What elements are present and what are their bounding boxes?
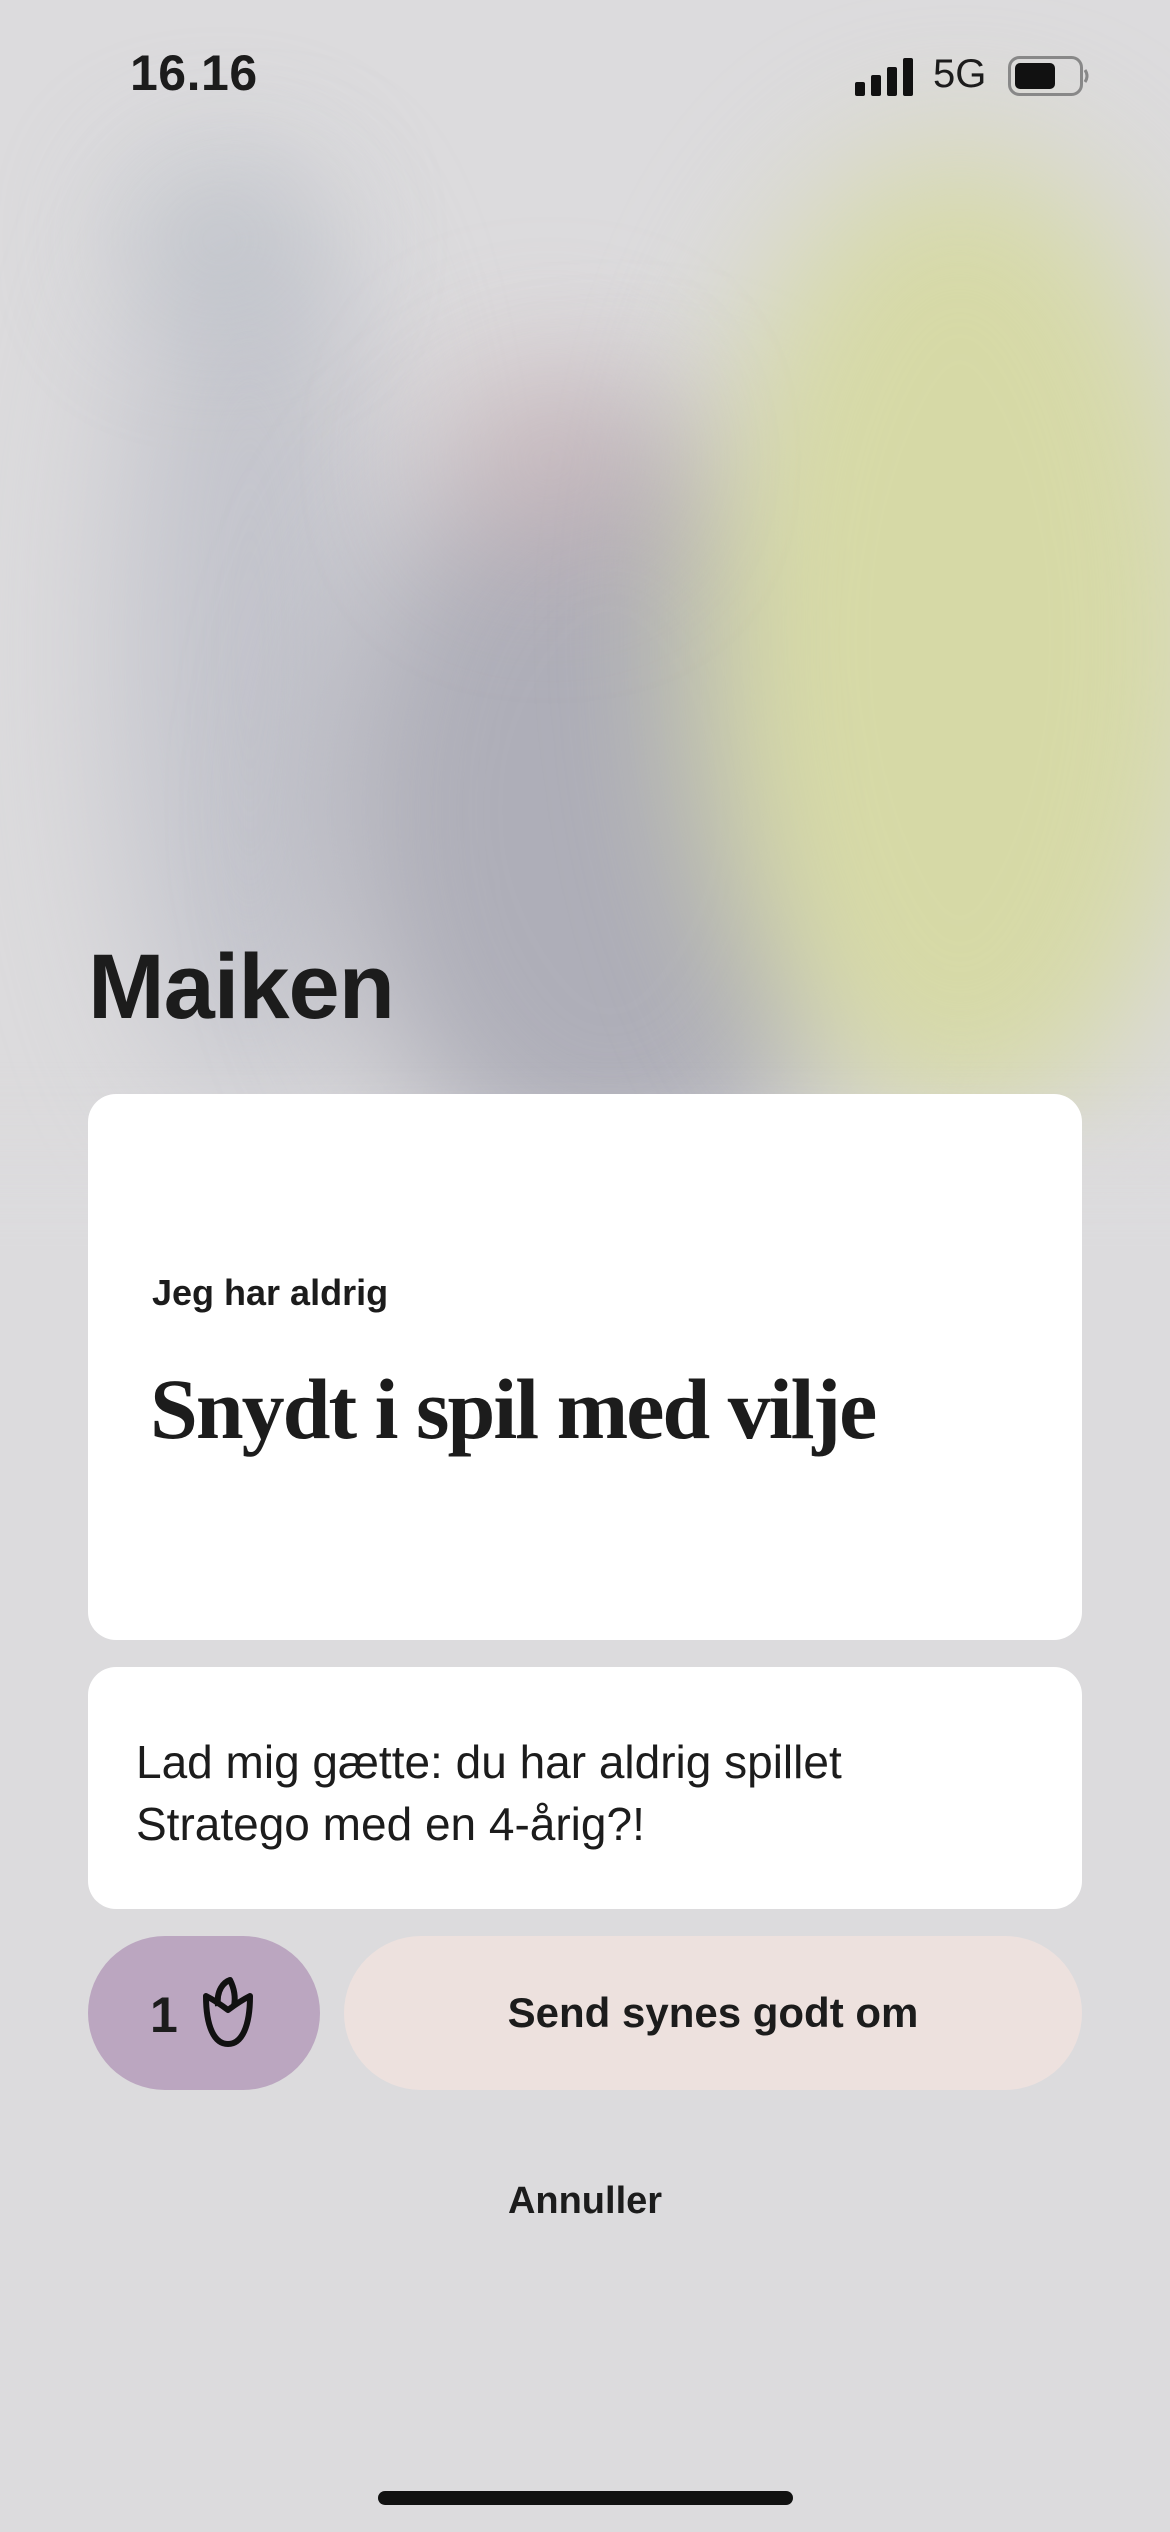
comment-text[interactable]: Lad mig gætte: du har aldrig spillet Str… — [136, 1731, 1016, 1855]
comment-card[interactable]: Lad mig gætte: du har aldrig spillet Str… — [88, 1667, 1082, 1909]
network-type: 5G — [933, 52, 987, 96]
cancel-button[interactable]: Annuller — [0, 2180, 1170, 2223]
status-time: 16.16 — [130, 45, 258, 101]
prompt-card: Jeg har aldrig Snydt i spil med vilje — [88, 1094, 1082, 1640]
rose-icon — [203, 1977, 253, 2047]
status-bar: 16.16 5G — [0, 0, 1170, 150]
rose-button[interactable]: 1 — [88, 1936, 320, 2090]
home-indicator[interactable] — [378, 2491, 793, 2505]
prompt-answer: Snydt i spil med vilje — [150, 1361, 877, 1457]
rose-count: 1 — [150, 1987, 178, 2043]
send-like-button[interactable]: Send synes godt om — [344, 1936, 1082, 2090]
prompt-label: Jeg har aldrig — [152, 1272, 389, 1313]
profile-name: Maiken — [88, 936, 395, 1038]
cellular-signal-icon — [855, 58, 913, 96]
battery-icon — [1008, 56, 1089, 96]
